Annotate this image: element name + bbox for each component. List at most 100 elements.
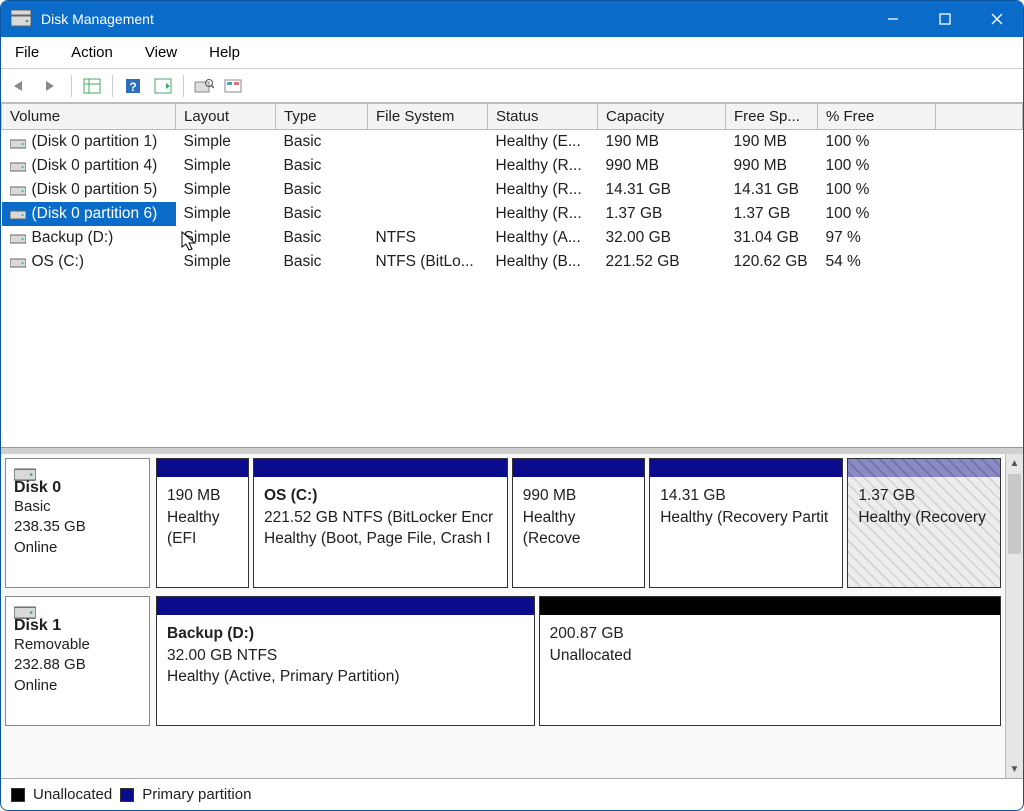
cell-status: Healthy (R... (488, 178, 598, 202)
partition-header (157, 597, 534, 615)
toolbar: ? (1, 69, 1023, 103)
partition-header (848, 459, 1000, 477)
legend: Unallocated Primary partition (1, 778, 1023, 810)
partition-line1: 190 MB (167, 485, 238, 507)
column-headers[interactable]: Volume Layout Type File System Status Ca… (2, 104, 1023, 130)
col-layout[interactable]: Layout (176, 104, 276, 130)
cell-pct: 100 % (818, 178, 936, 202)
partition-header (650, 459, 842, 477)
volume-row[interactable]: (Disk 0 partition 1)SimpleBasicHealthy (… (2, 130, 1023, 154)
partition-box[interactable]: 200.87 GB Unallocated (539, 596, 1001, 726)
volume-row[interactable]: (Disk 0 partition 5) SimpleBasic Healthy (… (2, 178, 1023, 202)
cell-free: 990 MB (726, 154, 818, 178)
drive-icon (10, 231, 26, 243)
cell-fs (368, 202, 488, 226)
partition-line1: 1.37 GB (858, 485, 990, 507)
disk-icon (14, 603, 36, 615)
legend-label-unallocated: Unallocated (33, 786, 112, 803)
disk-name: Disk 1 (14, 617, 141, 635)
partition-box[interactable]: 1.37 GB Healthy (Recovery (847, 458, 1001, 588)
cell-layout: Simple (176, 226, 276, 250)
disk-label[interactable]: Disk 0 Basic 238.35 GB Online (5, 458, 150, 588)
cell-pct: 54 % (818, 250, 936, 274)
partition-line1: 221.52 GB NTFS (BitLocker Encr (264, 507, 497, 529)
help-button[interactable]: ? (119, 73, 147, 99)
col-status[interactable]: Status (488, 104, 598, 130)
partition-line2: Healthy (Boot, Page File, Crash I (264, 528, 497, 550)
partition-header (513, 459, 644, 477)
cell-status: Healthy (A... (488, 226, 598, 250)
volume-name: (Disk 0 partition 5) (32, 181, 158, 198)
refresh-button[interactable] (149, 73, 177, 99)
disk-size: 232.88 GB (14, 655, 141, 675)
col-fs[interactable]: File System (368, 104, 488, 130)
cell-free: 31.04 GB (726, 226, 818, 250)
disk-kind: Basic (14, 497, 141, 517)
cell-layout: Simple (176, 178, 276, 202)
volume-name: (Disk 0 partition 6) (32, 205, 158, 222)
properties-button[interactable] (190, 73, 218, 99)
partition-box[interactable]: OS (C:) 221.52 GB NTFS (BitLocker Encr H… (253, 458, 508, 588)
volume-row[interactable]: OS (C:)SimpleBasicNTFS (BitLo...Healthy … (2, 250, 1023, 274)
cell-free: 1.37 GB (726, 202, 818, 226)
disk-name: Disk 0 (14, 479, 141, 497)
cell-capacity: 14.31 GB (598, 178, 726, 202)
menu-action[interactable]: Action (67, 42, 117, 63)
cell-type: Basic (276, 130, 368, 154)
partition-header (540, 597, 1000, 615)
partition-box[interactable]: Backup (D:) 32.00 GB NTFS Healthy (Activ… (156, 596, 535, 726)
disk-state: Online (14, 538, 141, 558)
volume-row[interactable]: (Disk 0 partition 4)SimpleBasicHealthy (… (2, 154, 1023, 178)
cell-pct: 100 % (818, 130, 936, 154)
col-capacity[interactable]: Capacity (598, 104, 726, 130)
scroll-down-icon[interactable]: ▼ (1006, 760, 1023, 778)
cell-capacity: 221.52 GB (598, 250, 726, 274)
drive-icon (10, 207, 26, 219)
cell-layout: Simple (176, 130, 276, 154)
col-type[interactable]: Type (276, 104, 368, 130)
scroll-thumb[interactable] (1008, 474, 1021, 554)
svg-text:?: ? (129, 80, 136, 94)
volume-name: (Disk 0 partition 4) (32, 157, 158, 174)
cell-pct: 100 % (818, 154, 936, 178)
nav-forward-button[interactable] (37, 73, 65, 99)
drive-icon (10, 136, 26, 148)
col-spare[interactable] (936, 104, 1023, 130)
partition-box[interactable]: 990 MB Healthy (Recove (512, 458, 645, 588)
partition-line2: Healthy (Recovery (858, 507, 990, 529)
options-button[interactable] (220, 73, 248, 99)
legend-swatch-unallocated (11, 788, 25, 802)
disk-row: Disk 1 Removable 232.88 GB Online Backup… (5, 596, 1001, 726)
show-hide-tree-button[interactable] (78, 73, 106, 99)
cell-layout: Simple (176, 202, 276, 226)
scroll-up-icon[interactable]: ▲ (1006, 454, 1023, 472)
minimize-button[interactable] (867, 1, 919, 37)
vertical-scrollbar[interactable]: ▲ ▼ (1005, 454, 1023, 778)
partition-box[interactable]: 190 MB Healthy (EFI (156, 458, 249, 588)
menu-file[interactable]: File (11, 42, 43, 63)
col-volume[interactable]: Volume (2, 104, 176, 130)
partition-box[interactable]: 14.31 GB Healthy (Recovery Partit (649, 458, 843, 588)
disk-label[interactable]: Disk 1 Removable 232.88 GB Online (5, 596, 150, 726)
drive-icon (10, 255, 26, 267)
menu-view[interactable]: View (141, 42, 181, 63)
col-free[interactable]: Free Sp... (726, 104, 818, 130)
cell-layout: Simple (176, 250, 276, 274)
volume-list[interactable]: Volume Layout Type File System Status Ca… (1, 103, 1023, 448)
volume-row[interactable]: Backup (D:)SimpleBasicNTFSHealthy (A...3… (2, 226, 1023, 250)
cell-status: Healthy (R... (488, 202, 598, 226)
nav-back-button[interactable] (7, 73, 35, 99)
cell-capacity: 990 MB (598, 154, 726, 178)
col-pct[interactable]: % Free (818, 104, 936, 130)
disk-state: Online (14, 676, 141, 696)
volume-row[interactable]: (Disk 0 partition 6)SimpleBasicHealthy (… (2, 202, 1023, 226)
cell-status: Healthy (E... (488, 130, 598, 154)
maximize-button[interactable] (919, 1, 971, 37)
partition-title: OS (C:) (264, 485, 497, 507)
close-button[interactable] (971, 1, 1023, 37)
titlebar[interactable]: Disk Management (1, 1, 1023, 37)
menu-help[interactable]: Help (205, 42, 244, 63)
cell-type: Basic (276, 178, 368, 202)
cell-status: Healthy (R... (488, 154, 598, 178)
menubar: File Action View Help (1, 37, 1023, 69)
